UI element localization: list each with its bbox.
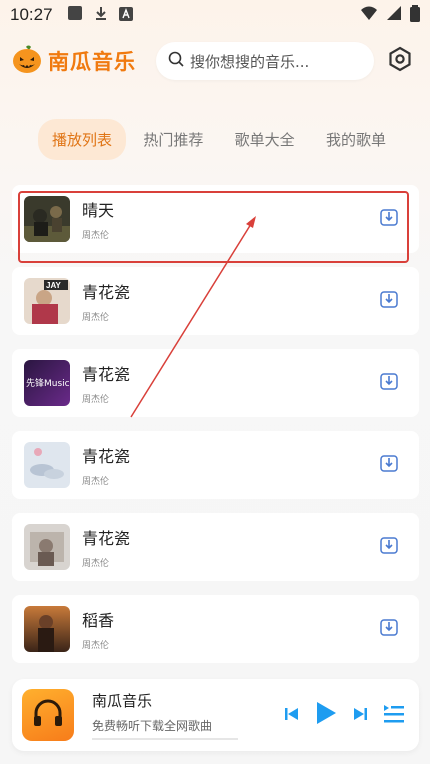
battery-icon [410, 4, 420, 26]
download-icon [93, 5, 109, 25]
settings-icon [387, 46, 413, 76]
download-button[interactable] [377, 207, 401, 231]
song-artist: 周杰伦 [82, 395, 110, 405]
a-icon [118, 6, 133, 25]
previous-icon [285, 706, 299, 725]
song-artist: 周杰伦 [82, 313, 110, 323]
signal-icon [386, 5, 402, 25]
album-cover [24, 606, 70, 652]
stop-icon [67, 5, 83, 25]
song-title: 青花瓷 [82, 283, 131, 302]
status-time: 10:27 [10, 5, 53, 24]
tab-bar: 播放列表 热门推荐 歌单大全 我的歌单 [38, 118, 400, 160]
tab-song-lists[interactable]: 歌单大全 [221, 119, 309, 160]
download-button[interactable] [377, 289, 401, 313]
tab-hot-recommend[interactable]: 热门推荐 [129, 119, 217, 160]
tab-my-lists[interactable]: 我的歌单 [312, 119, 400, 160]
app-name: 南瓜音乐 [48, 50, 136, 74]
next-icon [353, 706, 367, 725]
download-button[interactable] [377, 617, 401, 641]
music-logo: 先锋Music [26, 377, 70, 389]
download-button[interactable] [377, 535, 401, 559]
song-title: 青花瓷 [82, 365, 131, 384]
album-cover [24, 442, 70, 488]
search-placeholder: 搜你想搜的音乐... [190, 52, 310, 71]
download-icon [379, 207, 399, 231]
song-artist: 周杰伦 [82, 559, 110, 569]
jay-logo: JAY [46, 281, 61, 290]
app-header: 南瓜音乐 搜你想搜的音乐... [0, 40, 430, 82]
song-title: 晴天 [82, 201, 115, 220]
playlist-button[interactable] [383, 702, 405, 728]
song-artist: 周杰伦 [82, 641, 110, 651]
song-row[interactable]: 青花瓷 周杰伦 [12, 513, 419, 581]
download-icon [379, 371, 399, 395]
song-row[interactable]: 稻香 周杰伦 [12, 595, 419, 663]
player-subtitle: 免费畅听下载全网歌曲 [92, 719, 213, 733]
playlist-icon [383, 702, 405, 728]
download-icon [379, 289, 399, 313]
previous-button[interactable] [285, 706, 299, 725]
search-icon [168, 51, 184, 71]
wifi-icon [360, 5, 378, 25]
settings-button[interactable] [384, 45, 416, 77]
song-title: 稻香 [82, 611, 115, 630]
download-icon [379, 453, 399, 477]
play-button[interactable] [315, 701, 337, 729]
song-title: 青花瓷 [82, 447, 131, 466]
song-list: 晴天 周杰伦 JAY 青花瓷 周杰伦 先锋Music 青花瓷 周杰伦 青花瓷 周… [12, 185, 419, 677]
song-row[interactable]: 先锋Music 青花瓷 周杰伦 [12, 349, 419, 417]
search-input[interactable]: 搜你想搜的音乐... [156, 42, 374, 80]
app-logo: 南瓜音乐 [12, 44, 136, 78]
download-icon [379, 617, 399, 641]
song-row[interactable]: 青花瓷 周杰伦 [12, 431, 419, 499]
download-button[interactable] [377, 453, 401, 477]
album-cover: 先锋Music [24, 360, 70, 406]
album-cover: JAY [24, 278, 70, 324]
album-cover [24, 196, 70, 242]
song-row[interactable]: JAY 青花瓷 周杰伦 [12, 267, 419, 335]
song-row[interactable]: 晴天 周杰伦 [12, 185, 419, 253]
progress-bar[interactable] [92, 738, 238, 740]
song-title: 青花瓷 [82, 529, 131, 548]
pumpkin-logo-icon [12, 44, 42, 78]
album-cover [24, 524, 70, 570]
song-artist: 周杰伦 [82, 231, 110, 241]
tab-playlist[interactable]: 播放列表 [38, 118, 127, 160]
player-cover [22, 689, 74, 741]
status-bar: 10:27 [0, 0, 430, 30]
headphones-icon [31, 696, 65, 734]
download-button[interactable] [377, 371, 401, 395]
download-icon [379, 535, 399, 559]
mini-player[interactable]: 南瓜音乐 免费畅听下载全网歌曲 [12, 679, 419, 751]
next-button[interactable] [353, 706, 367, 725]
player-title: 南瓜音乐 [92, 692, 153, 710]
song-artist: 周杰伦 [82, 477, 110, 487]
play-icon [315, 701, 337, 729]
